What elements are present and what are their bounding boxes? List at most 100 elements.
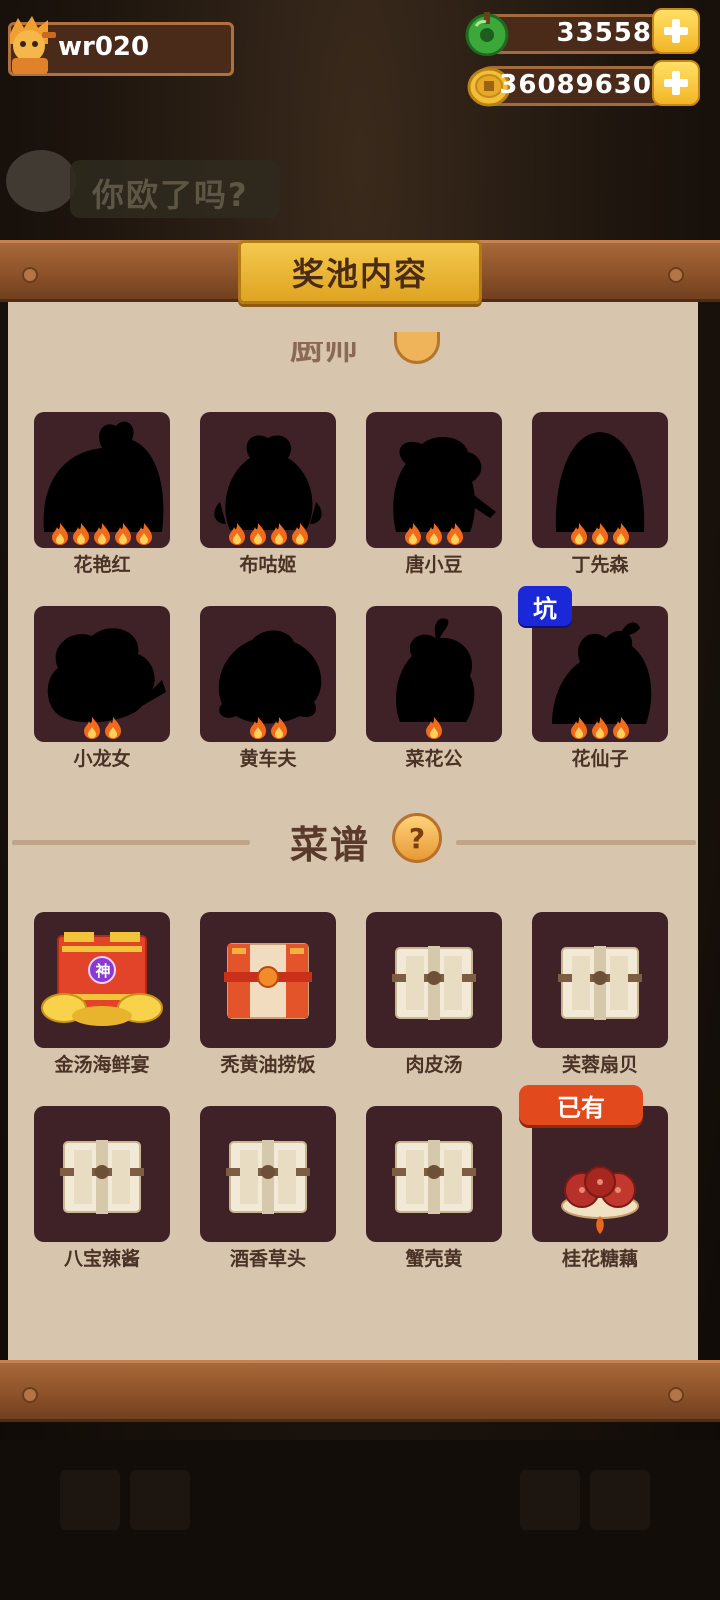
username-label: wr020 (58, 32, 150, 62)
chef-name: 菜花公 (405, 748, 463, 770)
chef-silhouette-tile[interactable] (532, 606, 668, 742)
recipe-tile[interactable] (34, 1106, 170, 1242)
background-banner-text: 你欧了吗? (92, 176, 249, 214)
flame-icon (94, 523, 110, 545)
flame-icon (52, 523, 68, 545)
recipe-art-icon (532, 946, 668, 1048)
divider-left (12, 840, 250, 845)
recipe-tile[interactable] (366, 912, 502, 1048)
add-jade-button[interactable] (652, 8, 700, 54)
recipe-card[interactable]: 桂花糖藕 (532, 1106, 668, 1271)
chef-name: 布咕姬 (239, 554, 297, 576)
recipe-card[interactable]: 肉皮汤 (366, 912, 502, 1077)
recipe-name: 金汤海鲜宴 (54, 1054, 150, 1076)
recipe-card[interactable]: 秃黄油捞饭 (200, 912, 336, 1077)
flame-icon (136, 523, 152, 545)
recipe-card[interactable]: 酒香草头 (200, 1106, 336, 1271)
background-tile (60, 1470, 120, 1530)
pit-badge: 坑 (518, 586, 572, 626)
coin-amount: 36089630 (499, 70, 652, 100)
question-mark-icon: ? (408, 821, 426, 855)
flame-icon (270, 523, 287, 545)
background-tile (130, 1470, 190, 1530)
recipe-art-icon (366, 946, 502, 1048)
jade-coin-icon (465, 12, 509, 56)
recipe-card[interactable]: 蟹壳黄 (366, 1106, 502, 1271)
flame-icon (291, 523, 308, 545)
chef-name: 黄车夫 (239, 748, 297, 770)
recipe-art-icon (366, 1140, 502, 1242)
recipe-tile[interactable] (200, 1106, 336, 1242)
add-coins-button[interactable] (652, 60, 700, 106)
recipes-help-button[interactable]: ? (392, 813, 442, 863)
recipe-name: 八宝辣酱 (63, 1248, 140, 1270)
chef-card[interactable]: 小龙女 (34, 606, 170, 771)
flame-icon (592, 717, 608, 739)
flame-icon (228, 523, 245, 545)
recipe-tile[interactable] (366, 1106, 502, 1242)
chef-silhouette-tile[interactable] (366, 412, 502, 548)
recipe-card[interactable]: 芙蓉扇贝 (532, 912, 668, 1077)
recipe-tile[interactable] (200, 912, 336, 1048)
panel-title-plate: 奖池内容 (238, 240, 482, 304)
flame-rating (366, 522, 502, 546)
chef-card[interactable]: 丁先森 (532, 412, 668, 577)
chef-card[interactable]: 花仙子 (532, 606, 668, 771)
chef-silhouette-tile[interactable] (366, 606, 502, 742)
nail-icon (668, 1387, 684, 1403)
chef-name: 花仙子 (571, 748, 629, 770)
flame-icon (592, 523, 608, 545)
chef-name: 唐小豆 (405, 554, 463, 576)
flame-rating (532, 522, 668, 546)
flame-icon (249, 523, 266, 545)
owned-badge: 已有 (519, 1085, 643, 1125)
recipe-name: 蟹壳黄 (405, 1248, 463, 1270)
background-tile (520, 1470, 580, 1530)
flame-rating (532, 716, 668, 740)
flame-icon (83, 717, 100, 739)
nail-icon (22, 1387, 38, 1403)
flame-icon (73, 523, 89, 545)
recipe-art-icon (200, 943, 336, 1048)
recipe-art-icon (532, 1166, 668, 1242)
recipe-tile[interactable] (532, 1106, 668, 1242)
chef-silhouette-tile[interactable] (200, 606, 336, 742)
player-avatar-icon[interactable] (4, 14, 56, 76)
recipe-name: 芙蓉扇贝 (561, 1054, 638, 1076)
recipe-tile[interactable]: 神 (34, 912, 170, 1048)
chef-card[interactable]: 唐小豆 (366, 412, 502, 577)
recipe-name: 酒香草头 (229, 1248, 306, 1270)
recipe-card[interactable]: 神金汤海鲜宴 (34, 912, 170, 1077)
plus-icon (664, 19, 688, 43)
chef-card[interactable]: 菜花公 (366, 606, 502, 771)
panel-title: 奖池内容 (291, 255, 428, 293)
flame-icon (405, 523, 421, 545)
flame-icon (426, 523, 442, 545)
flame-icon (571, 523, 587, 545)
flame-icon (104, 717, 121, 739)
divider-right (456, 840, 696, 845)
divine-badge: 神 (95, 962, 111, 980)
recipe-tile[interactable] (532, 912, 668, 1048)
flame-rating (200, 522, 336, 546)
recipe-art-icon (34, 1140, 170, 1242)
recipe-art-icon (200, 1140, 336, 1242)
nail-icon (668, 267, 684, 283)
chef-name: 花艳红 (73, 554, 131, 576)
flame-rating (200, 716, 336, 740)
chef-card[interactable]: 花艳红 (34, 412, 170, 577)
chef-silhouette-tile[interactable] (200, 412, 336, 548)
chef-silhouette-tile[interactable] (34, 412, 170, 548)
flame-rating (34, 716, 170, 740)
chef-card[interactable]: 布咕姬 (200, 412, 336, 577)
chef-card[interactable]: 黄车夫 (200, 606, 336, 771)
mascot-bird-silhouette (6, 150, 76, 212)
plus-icon (664, 71, 688, 95)
flame-icon (270, 717, 287, 739)
chef-silhouette-tile[interactable] (34, 606, 170, 742)
bottom-wood-plank (0, 1360, 720, 1422)
recipes-section-title: 菜谱 (290, 823, 371, 867)
chef-silhouette-tile[interactable] (532, 412, 668, 548)
chef-name: 丁先森 (571, 554, 629, 576)
recipe-card[interactable]: 八宝辣酱 (34, 1106, 170, 1271)
